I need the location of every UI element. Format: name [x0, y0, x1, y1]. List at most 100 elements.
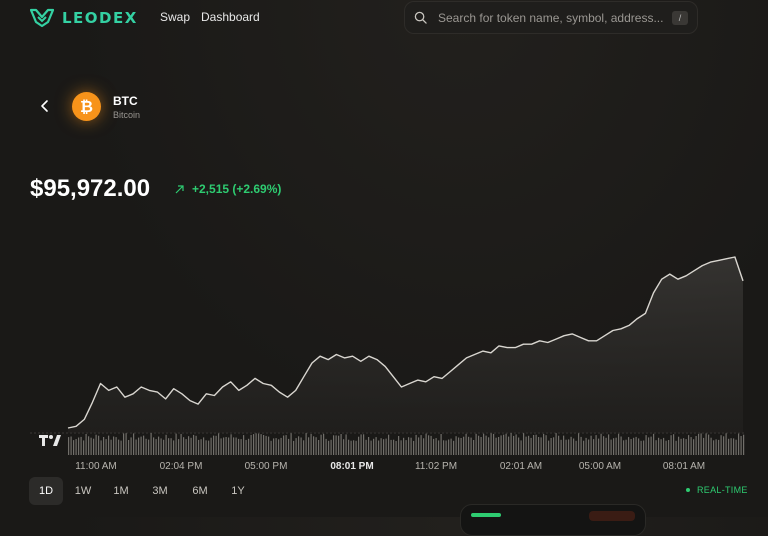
- volume-bar: [308, 437, 310, 455]
- volume-bar: [733, 438, 735, 455]
- live-dot-icon: [686, 488, 690, 492]
- volume-bar: [355, 440, 357, 455]
- volume-bar: [680, 438, 682, 455]
- volume-bar: [68, 437, 70, 455]
- volume-bar: [383, 439, 385, 455]
- volume-bar: [523, 433, 525, 455]
- volume-bar: [245, 439, 247, 455]
- volume-bar: [690, 437, 692, 455]
- volume-bar: [668, 440, 670, 455]
- volume-bar: [683, 438, 685, 455]
- volume-bar: [248, 438, 250, 455]
- volume-bar: [540, 437, 542, 455]
- volume-bar: [688, 435, 690, 455]
- volume-bar: [98, 435, 100, 455]
- volume-bar: [365, 439, 367, 455]
- volume-bar: [510, 433, 512, 455]
- volume-bar: [118, 439, 120, 455]
- volume-bar: [515, 434, 517, 455]
- volume-bar: [330, 439, 332, 455]
- volume-bar: [155, 439, 157, 455]
- volume-bar: [583, 440, 585, 455]
- range-button-1d[interactable]: 1D: [29, 477, 63, 505]
- volume-bar: [480, 437, 482, 455]
- volume-bar: [708, 434, 710, 455]
- volume-bar: [333, 435, 335, 455]
- volume-bar: [628, 437, 630, 455]
- volume-bars: [68, 433, 745, 455]
- realtime-label: REAL-TIME: [697, 485, 748, 495]
- volume-bar: [385, 438, 387, 455]
- volume-bar: [138, 437, 140, 455]
- volume-bar: [135, 439, 137, 455]
- volume-bar: [303, 440, 305, 455]
- volume-bar: [195, 435, 197, 455]
- volume-bar: [158, 436, 160, 455]
- volume-bar: [518, 437, 520, 455]
- volume-bar: [380, 438, 382, 455]
- volume-bar: [655, 440, 657, 455]
- x-tick-label: 02:04 PM: [159, 461, 203, 472]
- volume-bar: [80, 436, 82, 455]
- volume-bar: [693, 439, 695, 455]
- volume-bar: [278, 439, 280, 455]
- volume-bar: [468, 436, 470, 455]
- volume-bar: [205, 440, 207, 455]
- volume-bar: [388, 434, 390, 455]
- range-button-6m[interactable]: 6M: [183, 477, 217, 505]
- volume-bar: [95, 434, 97, 455]
- volume-bar: [78, 437, 80, 455]
- volume-bar: [275, 438, 277, 455]
- volume-bar: [373, 438, 375, 455]
- volume-bar: [605, 437, 607, 455]
- range-button-1y[interactable]: 1Y: [221, 477, 255, 505]
- range-button-1m[interactable]: 1M: [104, 477, 138, 505]
- volume-bar: [643, 440, 645, 455]
- volume-bar: [705, 433, 707, 455]
- volume-bar: [453, 440, 455, 455]
- volume-bar: [740, 436, 742, 455]
- x-tick-label: 11:02 PM: [414, 461, 458, 472]
- x-tick-label: 08:01 PM: [330, 461, 374, 472]
- volume-bar: [560, 439, 562, 455]
- volume-bar: [423, 438, 425, 455]
- volume-bar: [598, 438, 600, 455]
- volume-bar: [235, 437, 237, 455]
- volume-bar: [578, 433, 580, 455]
- volume-bar: [505, 433, 507, 455]
- volume-bar: [393, 439, 395, 455]
- volume-bar: [300, 437, 302, 455]
- volume-bar: [645, 435, 647, 455]
- volume-bar: [580, 436, 582, 455]
- volume-bar: [433, 438, 435, 455]
- volume-bar: [368, 437, 370, 455]
- volume-bar: [233, 437, 235, 455]
- volume-bar: [443, 440, 445, 455]
- price-chart[interactable]: [0, 0, 768, 517]
- volume-bar: [593, 439, 595, 455]
- volume-bar: [280, 437, 282, 455]
- volume-bar: [358, 436, 360, 455]
- volume-bar: [565, 439, 567, 455]
- volume-bar: [390, 439, 392, 455]
- x-tick-label: 05:00 PM: [244, 461, 288, 472]
- volume-bar: [318, 440, 320, 455]
- volume-bar: [588, 439, 590, 455]
- volume-bar: [338, 435, 340, 455]
- volume-bar: [270, 440, 272, 455]
- volume-bar: [288, 438, 290, 455]
- volume-bar: [328, 440, 330, 455]
- volume-bar: [543, 433, 545, 455]
- range-button-1w[interactable]: 1W: [66, 477, 100, 505]
- volume-bar: [120, 440, 122, 455]
- bottom-panel-green-tab: [471, 513, 501, 517]
- volume-bar: [310, 434, 312, 455]
- volume-bar: [163, 439, 165, 455]
- volume-bar: [438, 440, 440, 455]
- volume-bar: [675, 440, 677, 455]
- volume-bar: [105, 439, 107, 455]
- volume-bar: [488, 437, 490, 455]
- volume-bar: [670, 435, 672, 455]
- range-button-3m[interactable]: 3M: [143, 477, 177, 505]
- volume-bar: [455, 436, 457, 455]
